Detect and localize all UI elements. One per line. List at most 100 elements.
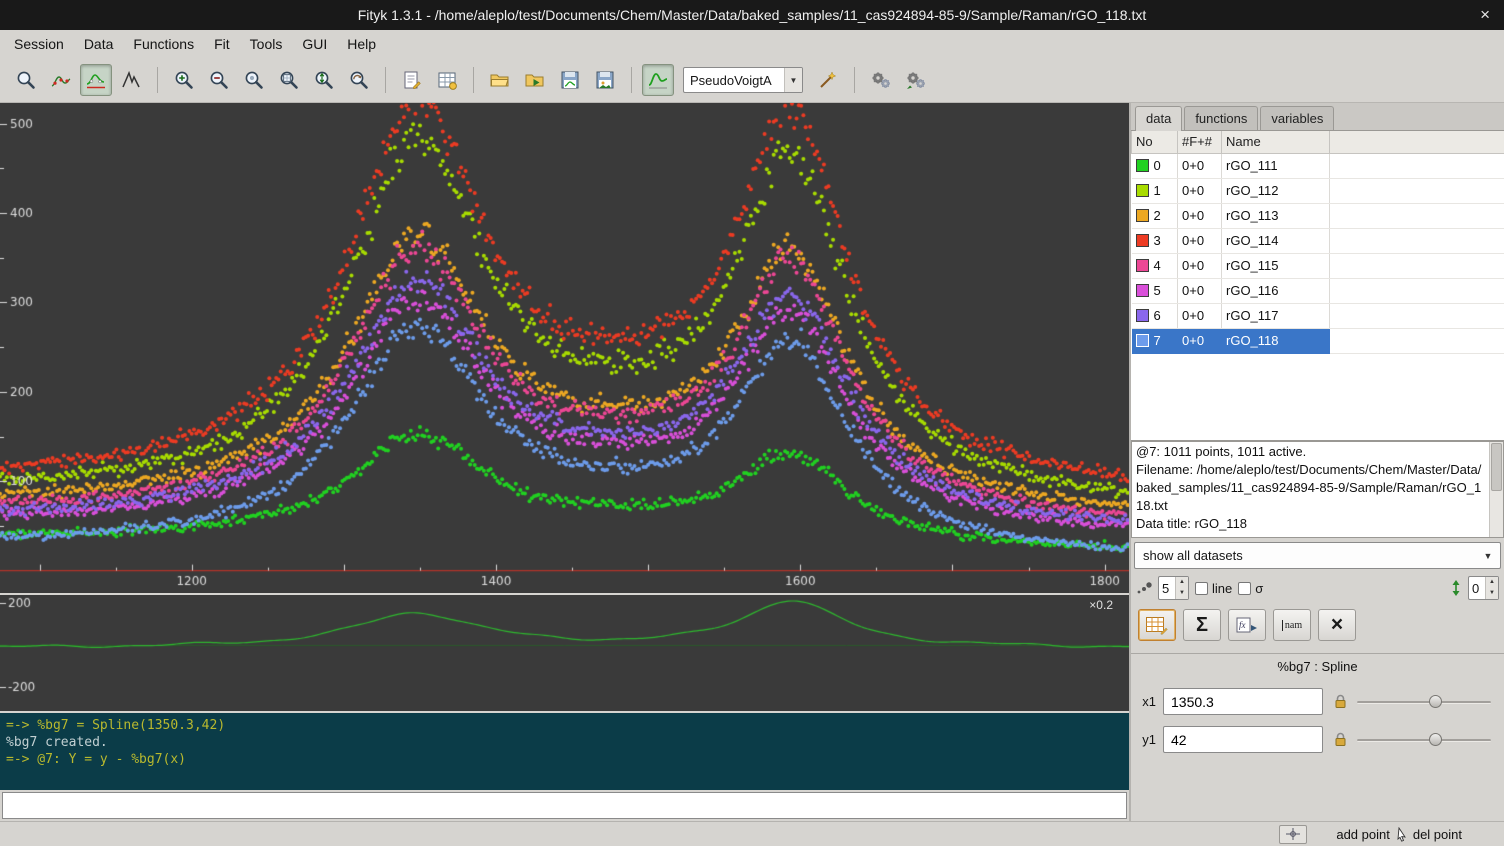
menu-gui[interactable]: GUI xyxy=(292,36,337,52)
spinner-up-icon: ▲ xyxy=(1176,577,1188,588)
menu-fit[interactable]: Fit xyxy=(204,36,240,52)
zoom-undo-button[interactable] xyxy=(343,64,375,96)
slider-handle[interactable] xyxy=(1429,733,1442,746)
magnifier-all-icon xyxy=(278,69,300,91)
folder-open-icon xyxy=(489,69,511,91)
dataset-row[interactable]: 50+0rGO_116 xyxy=(1132,278,1504,303)
load-data-button[interactable] xyxy=(484,64,516,96)
y1-lock-button[interactable] xyxy=(1330,726,1350,753)
dataset-row[interactable]: 60+0rGO_117 xyxy=(1132,303,1504,328)
save-session-button[interactable] xyxy=(554,64,586,96)
info-title: Data title: rGO_118 xyxy=(1136,515,1485,533)
show-datasets-dropdown[interactable]: show all datasets ▼ xyxy=(1134,542,1501,569)
magnifier-vert-icon xyxy=(313,69,335,91)
mode-add-peak-button[interactable] xyxy=(115,64,147,96)
spinner-arrows[interactable]: ▲▼ xyxy=(1175,577,1188,599)
peak-type-combobox[interactable]: PseudoVoigtA▼ xyxy=(683,67,803,93)
x1-lock-button[interactable] xyxy=(1330,688,1350,715)
checkbox-box[interactable] xyxy=(1238,582,1251,595)
plot-config-button[interactable] xyxy=(642,64,674,96)
delete-icon: × xyxy=(1331,613,1343,637)
cursor-format-button[interactable] xyxy=(1279,825,1307,844)
dataset-row[interactable]: 40+0rGO_115 xyxy=(1132,253,1504,278)
zoom-all-button[interactable] xyxy=(273,64,305,96)
zoom-out-button[interactable] xyxy=(203,64,235,96)
export-image-button[interactable] xyxy=(589,64,621,96)
zoom-prev-button[interactable] xyxy=(238,64,270,96)
data-editor-button[interactable] xyxy=(431,64,463,96)
run-fit-button[interactable] xyxy=(865,64,897,96)
function-copy-icon: fx xyxy=(1235,615,1259,635)
tab-variables[interactable]: variables xyxy=(1260,106,1334,130)
spline-function-title: %bg7 : Spline xyxy=(1131,659,1504,677)
execute-script-button[interactable] xyxy=(519,64,551,96)
col-f[interactable]: #F+# xyxy=(1178,131,1222,153)
aux-plot[interactable]: ×0.2 xyxy=(0,593,1129,711)
y1-slider[interactable] xyxy=(1357,730,1495,750)
line-checkbox-label: line xyxy=(1212,581,1232,596)
x1-input[interactable] xyxy=(1163,688,1323,715)
console-line: %bg7 created. xyxy=(6,734,1123,751)
dataset-row[interactable]: 20+0rGO_113 xyxy=(1132,203,1504,228)
edit-script-button[interactable] xyxy=(396,64,428,96)
menu-session[interactable]: Session xyxy=(4,36,74,52)
main-plot[interactable] xyxy=(0,103,1129,593)
close-icon[interactable]: × xyxy=(1480,0,1490,30)
menu-tools[interactable]: Tools xyxy=(240,36,293,52)
tab-functions[interactable]: functions xyxy=(1184,106,1258,130)
menu-data[interactable]: Data xyxy=(74,36,124,52)
dataset-info: @7: 1011 points, 1011 active. Filename: … xyxy=(1131,441,1504,538)
rename-button[interactable]: nam xyxy=(1273,609,1311,641)
sigma-checkbox[interactable]: σ xyxy=(1238,581,1263,596)
spinner-up-icon: ▲ xyxy=(1486,577,1498,588)
y1-input[interactable] xyxy=(1163,726,1323,753)
statusbar: add point del point xyxy=(0,821,1504,846)
delete-dataset-button[interactable]: × xyxy=(1318,609,1356,641)
toolbar-separator xyxy=(157,67,158,93)
dataset-row[interactable]: 00+0rGO_111 xyxy=(1132,153,1504,178)
show-datasets-value: show all datasets xyxy=(1135,548,1476,563)
menu-help[interactable]: Help xyxy=(337,36,386,52)
menu-functions[interactable]: Functions xyxy=(123,36,204,52)
y-shift-spinner[interactable]: 0 ▲▼ xyxy=(1468,576,1499,600)
fit-options-button[interactable] xyxy=(900,64,932,96)
y-shift-icon xyxy=(1450,579,1462,597)
point-size-spinner[interactable]: 5 ▲▼ xyxy=(1158,576,1189,600)
aux-scale-label: ×0.2 xyxy=(1089,598,1113,612)
magnifier-icon xyxy=(15,69,37,91)
param-y1-row: y1 xyxy=(1131,726,1504,753)
dataset-row[interactable]: 70+0rGO_118 xyxy=(1132,328,1504,353)
tab-data[interactable]: data xyxy=(1135,106,1182,131)
wand-icon xyxy=(817,69,839,91)
x1-slider[interactable] xyxy=(1357,692,1495,712)
spinner-arrows[interactable]: ▲▼ xyxy=(1485,577,1498,599)
col-name[interactable]: Name xyxy=(1222,131,1330,153)
command-input[interactable] xyxy=(2,792,1127,819)
magnifier-plus-icon xyxy=(173,69,195,91)
col-no[interactable]: No xyxy=(1132,131,1178,153)
main-plot-canvas[interactable] xyxy=(0,103,1129,593)
dataset-row[interactable]: 10+0rGO_112 xyxy=(1132,178,1504,203)
toolbar: PseudoVoigtA▼ xyxy=(0,58,1504,103)
copy-function-button[interactable]: fx xyxy=(1228,609,1266,641)
checkbox-box[interactable] xyxy=(1195,582,1208,595)
dataset-row[interactable]: 30+0rGO_114 xyxy=(1132,228,1504,253)
mode-data-range-button[interactable] xyxy=(45,64,77,96)
slider-track xyxy=(1357,739,1491,742)
slider-handle[interactable] xyxy=(1429,695,1442,708)
scrollbar-thumb[interactable] xyxy=(1491,443,1502,491)
data-transform-button[interactable] xyxy=(1138,609,1176,641)
param-x1-row: x1 xyxy=(1131,688,1504,715)
mode-background-button[interactable] xyxy=(80,64,112,96)
console-line: =-> @7: Y = y - %bg7(x) xyxy=(6,751,1123,768)
mode-normal-button[interactable] xyxy=(10,64,42,96)
aux-plot-canvas[interactable] xyxy=(0,595,1129,711)
crosshair-icon xyxy=(1286,828,1300,840)
sum-button[interactable]: Σ xyxy=(1183,609,1221,641)
dataset-actions-row: Σ fx nam × xyxy=(1131,605,1504,645)
zoom-vertical-button[interactable] xyxy=(308,64,340,96)
auto-add-peak-button[interactable] xyxy=(812,64,844,96)
zoom-in-button[interactable] xyxy=(168,64,200,96)
info-scrollbar[interactable] xyxy=(1489,442,1503,537)
line-checkbox[interactable]: line xyxy=(1195,581,1232,596)
